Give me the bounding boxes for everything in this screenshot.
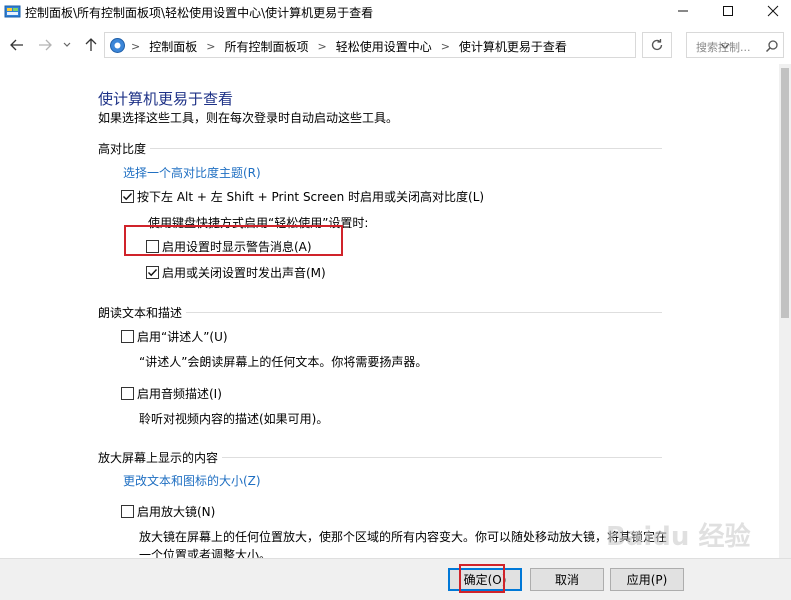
forward-arrow-icon[interactable] (34, 35, 56, 55)
magnifier-option[interactable]: 启用放大镜(N) (121, 503, 215, 520)
audio-description-label[interactable]: 启用音频描述(I) (137, 385, 222, 402)
audio-description-checkbox[interactable] (121, 387, 134, 400)
settings-content: 使计算机更易于查看 如果选择这些工具，则在每次登录时自动启动这些工具。 高对比度… (0, 64, 779, 558)
breadcrumb-control-panel[interactable]: 控制面板 (149, 38, 197, 55)
section-divider (150, 148, 662, 149)
page-title: 使计算机更易于查看 (98, 90, 234, 108)
close-button[interactable] (750, 0, 791, 22)
magnifier-description-line1: 放大镜在屏幕上的任何位置放大，使那个区域的所有内容变大。你可以随处移动放大镜，将… (139, 530, 668, 544)
window-title: 控制面板\所有控制面板项\轻松使用设置中心\使计算机更易于查看 (25, 6, 374, 20)
checkmark-icon (148, 269, 158, 277)
magnifier-label[interactable]: 启用放大镜(N) (137, 503, 215, 520)
narrator-option[interactable]: 启用“讲述人”(U) (121, 328, 228, 345)
control-panel-globe-icon (109, 37, 126, 54)
breadcrumb-separator[interactable]: > (441, 40, 450, 53)
section-heading-high-contrast: 高对比度 (98, 142, 147, 156)
checkmark-icon (123, 193, 133, 201)
make-sound-label[interactable]: 启用或关闭设置时发出声音(M) (162, 264, 326, 281)
magnifier-description-line2: 一个位置或者调整大小。 (139, 548, 272, 558)
cancel-button[interactable]: 取消 (530, 568, 604, 591)
scrollbar-thumb[interactable] (781, 68, 789, 318)
narrator-checkbox[interactable] (121, 330, 134, 343)
section-heading-narration: 朗读文本和描述 (98, 306, 183, 320)
high-contrast-shortcut-checkbox[interactable] (121, 190, 134, 203)
narrator-label[interactable]: 启用“讲述人”(U) (137, 328, 228, 345)
make-sound-checkbox[interactable] (146, 266, 159, 279)
watermark-text: Baidu 经验 (606, 522, 751, 552)
high-contrast-theme-link[interactable]: 选择一个高对比度主题(R) (123, 164, 261, 181)
address-bar[interactable]: > 控制面板 > 所有控制面板项 > 轻松使用设置中心 > 使计算机更易于查看 (104, 32, 730, 58)
ok-highlight-box (459, 564, 505, 593)
breadcrumb-separator[interactable]: > (206, 40, 215, 53)
search-placeholder: 搜索控制... (696, 41, 751, 54)
maximize-button[interactable] (705, 0, 751, 22)
breadcrumb-separator[interactable]: > (131, 40, 140, 53)
section-divider (186, 312, 662, 313)
narrator-description: “讲述人”会朗读屏幕上的任何文本。你将需要扬声器。 (139, 355, 428, 369)
breadcrumb-all-items[interactable]: 所有控制面板项 (224, 38, 308, 55)
high-contrast-shortcut-label[interactable]: 按下左 Alt + 左 Shift + Print Screen 时启用或关闭高… (137, 188, 484, 205)
up-arrow-icon[interactable] (80, 35, 102, 55)
vertical-scrollbar[interactable] (779, 64, 791, 558)
title-bar: 控制面板\所有控制面板项\轻松使用设置中心\使计算机更易于查看 (0, 0, 791, 26)
refresh-icon (651, 39, 663, 51)
breadcrumb-separator[interactable]: > (317, 40, 326, 53)
highlight-box (124, 225, 343, 256)
navigation-bar: > 控制面板 > 所有控制面板项 > 轻松使用设置中心 > 使计算机更易于查看 … (0, 28, 791, 62)
change-text-size-link[interactable]: 更改文本和图标的大小(Z) (123, 472, 261, 489)
minimize-button[interactable] (660, 0, 706, 22)
breadcrumb-ease-of-access[interactable]: 轻松使用设置中心 (336, 38, 432, 55)
section-heading-magnify: 放大屏幕上显示的内容 (98, 451, 219, 465)
back-arrow-icon[interactable] (6, 35, 28, 55)
breadcrumb-current-page[interactable]: 使计算机更易于查看 (459, 38, 567, 55)
search-icon[interactable] (765, 39, 779, 53)
refresh-button[interactable] (642, 32, 672, 58)
section-divider (222, 457, 662, 458)
audio-description-text: 聆听对视频内容的描述(如果可用)。 (139, 412, 329, 426)
high-contrast-shortcut-option[interactable]: 按下左 Alt + 左 Shift + Print Screen 时启用或关闭高… (121, 188, 484, 205)
control-panel-icon (4, 4, 21, 20)
dialog-button-bar: 确定(O) 取消 应用(P) (0, 558, 791, 600)
breadcrumb: > 控制面板 > 所有控制面板项 > 轻松使用设置中心 > 使计算机更易于查看 (131, 38, 567, 55)
page-description: 如果选择这些工具，则在每次登录时自动启动这些工具。 (98, 111, 399, 125)
magnifier-checkbox[interactable] (121, 505, 134, 518)
search-input[interactable]: 搜索控制... (686, 32, 784, 58)
recent-locations-chevron-icon[interactable] (60, 35, 74, 55)
apply-button[interactable]: 应用(P) (610, 568, 684, 591)
audio-description-option[interactable]: 启用音频描述(I) (121, 385, 222, 402)
baidu-watermark-logo: Baidu 经验 (606, 516, 750, 553)
make-sound-option[interactable]: 启用或关闭设置时发出声音(M) (146, 264, 326, 281)
